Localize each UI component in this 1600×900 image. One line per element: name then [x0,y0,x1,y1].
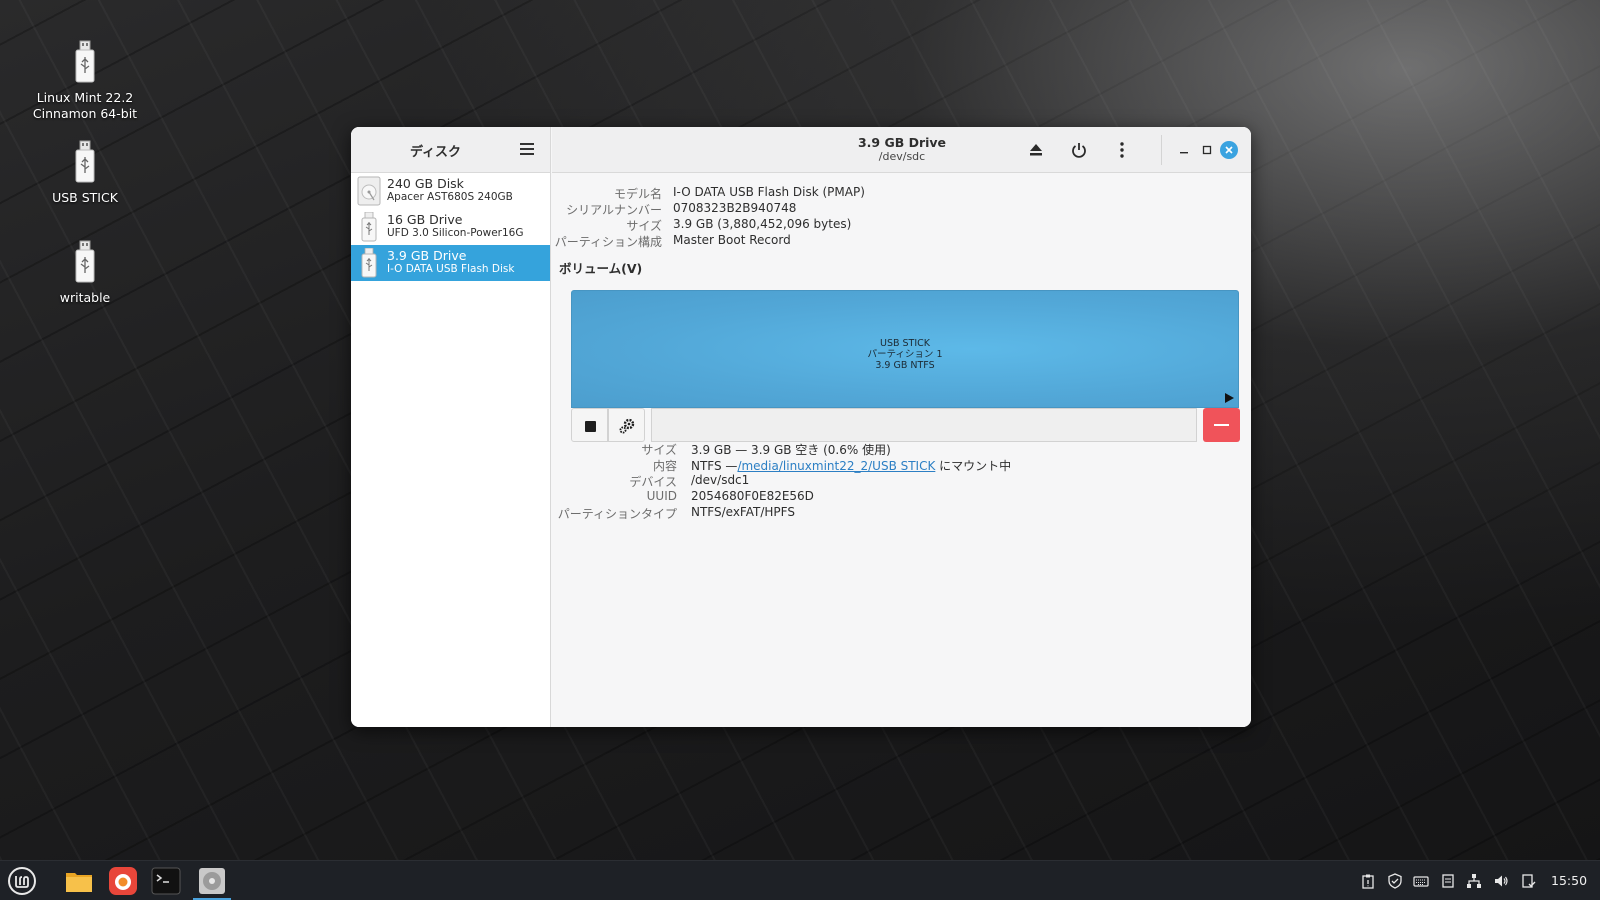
info-label: UUID [646,489,677,503]
partition-name: USB STICK [879,338,931,349]
clock[interactable]: 15:50 [1551,873,1587,888]
close-button[interactable] [1220,141,1238,159]
disk-name: 240 GB Disk [387,176,464,191]
minus-icon [1214,424,1229,426]
disks-app-icon[interactable] [195,865,229,897]
mint-menu-icon[interactable] [4,865,40,897]
disks-window: ディスク 240 GB Disk Apacer AST680S 240GB 16… [351,127,1251,727]
taskbar: 15:50 [0,860,1600,900]
info-label: パーティション構成 [554,235,662,249]
files-icon[interactable] [62,865,96,897]
info-value: NTFS —/media/linuxmint22_2/USB STICK にマウ… [691,457,1011,474]
volumes-heading: ボリューム(V) [559,261,643,276]
desktop-icon-label: USB STICK [52,190,118,205]
info-label: パーティションタイプ [557,507,677,521]
power-icon[interactable] [1069,140,1089,160]
notes-icon[interactable] [1440,873,1456,889]
drive-title: 3.9 GB Drive /dev/sdc [802,135,1002,164]
stop-icon [585,421,596,432]
partition-size-type: 3.9 GB NTFS [875,360,935,371]
desktop-icon-label: Cinnamon 64-bit [32,106,138,121]
header-separator [1161,135,1162,165]
updates-icon[interactable] [1520,873,1536,889]
partition-number: パーティション 1 [867,349,943,360]
menu-icon[interactable] [520,143,534,155]
sidebar: ディスク 240 GB Disk Apacer AST680S 240GB 16… [351,127,551,727]
info-label: シリアルナンバー [566,203,662,217]
volume-toolbar [571,408,1240,442]
toolbar-spacer [651,408,1197,442]
drive-device-path: /dev/sdc [878,150,926,163]
firefox-icon[interactable] [106,865,140,897]
desktop-icon-label: writable [59,290,111,305]
desktop-icon-usb-stick[interactable]: USB STICK [25,140,145,206]
info-value: 0708323B2B940748 [673,201,797,215]
info-value: /dev/sdc1 [691,473,750,487]
shield-icon[interactable] [1387,873,1403,889]
usb-drive-icon [75,40,95,83]
clipboard-icon[interactable] [1360,873,1376,889]
usb-drive-icon [75,240,95,283]
volume-icon[interactable] [1493,873,1509,889]
gears-icon [619,418,635,434]
minimize-icon[interactable] [1174,140,1194,160]
disk-model: Apacer AST680S 240GB [387,191,513,203]
unmount-button[interactable] [571,408,608,442]
more-options-icon[interactable] [1112,140,1132,160]
info-value: 3.9 GB (3,880,452,096 bytes) [673,217,852,231]
info-value: I-O DATA USB Flash Disk (PMAP) [673,185,865,199]
info-label: サイズ [626,219,662,233]
disk-item-16gb[interactable]: 16 GB Drive UFD 3.0 Silicon-Power16G [351,209,550,245]
desktop-icon-writable[interactable]: writable [25,240,145,306]
disk-model: I-O DATA USB Flash Disk [387,263,515,275]
delete-partition-button[interactable] [1203,408,1240,442]
eject-icon[interactable] [1026,140,1046,160]
disk-item-3-9gb[interactable]: 3.9 GB Drive I-O DATA USB Flash Disk [351,245,550,281]
disk-name: 3.9 GB Drive [387,248,467,263]
usb-drive-icon [361,248,377,278]
sidebar-header: ディスク [351,127,550,173]
desktop-icon-linux-mint[interactable]: Linux Mint 22.2 Cinnamon 64-bit [25,40,145,122]
disk-name: 16 GB Drive [387,212,463,227]
close-icon [1225,146,1233,154]
info-value: 2054680F0E82E56D [691,489,814,503]
header-bar: 3.9 GB Drive /dev/sdc [552,127,1251,173]
content-type: NTFS — [691,459,738,473]
partition-block[interactable]: USB STICK パーティション 1 3.9 GB NTFS [571,290,1239,408]
sidebar-title: ディスク [409,145,462,160]
info-value: Master Boot Record [673,233,791,247]
disk-item-240gb[interactable]: 240 GB Disk Apacer AST680S 240GB [351,173,550,209]
info-label: デバイス [629,475,677,489]
info-label: モデル名 [613,187,662,201]
info-label: サイズ [641,443,677,457]
drive-title-text: 3.9 GB Drive [857,135,947,150]
usb-drive-icon [361,212,377,242]
partition-settings-button[interactable] [608,408,645,442]
mounted-indicator-icon [1225,393,1234,403]
keyboard-icon[interactable] [1413,873,1429,889]
disk-model: UFD 3.0 Silicon-Power16G [387,227,524,239]
info-value: 3.9 GB — 3.9 GB 空き (0.6% 使用) [691,443,891,457]
mount-point-link[interactable]: /media/linuxmint22_2/USB STICK [737,459,935,473]
info-value: NTFS/exFAT/HPFS [691,505,795,519]
info-label: 内容 [652,459,677,473]
maximize-icon[interactable] [1197,140,1217,160]
hard-disk-icon [357,176,381,206]
mount-status: にマウント中 [939,459,1012,473]
usb-drive-icon [75,140,95,183]
partition-label: USB STICK パーティション 1 3.9 GB NTFS [572,338,1238,371]
network-icon[interactable] [1466,873,1482,889]
desktop-icon-label: Linux Mint 22.2 [36,90,134,105]
terminal-icon[interactable] [149,865,183,897]
drive-details-pane: 3.9 GB Drive /dev/sdc モデル名 I-O DATA USB … [552,127,1251,727]
